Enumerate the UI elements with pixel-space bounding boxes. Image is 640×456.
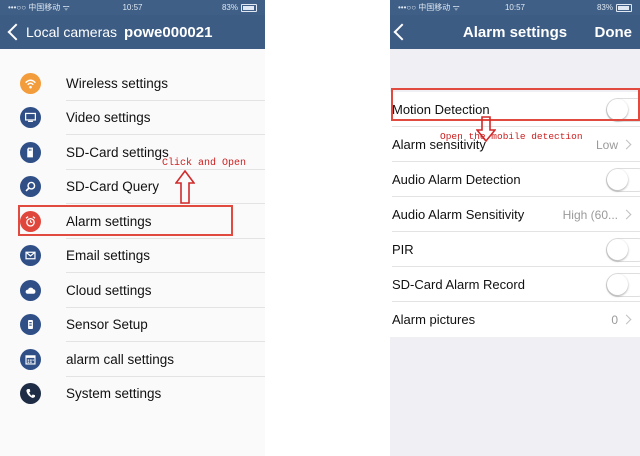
- row-label: SD-Card Alarm Record: [392, 277, 525, 292]
- battery-icon: [616, 3, 632, 12]
- menu-item-label: alarm call settings: [66, 351, 175, 367]
- row-label: Audio Alarm Sensitivity: [392, 207, 525, 222]
- row-label: Audio Alarm Detection: [392, 172, 521, 187]
- menu-item-sensor[interactable]: Sensor Setup: [0, 308, 265, 342]
- menu-item-label: Sensor Setup: [66, 317, 148, 333]
- envelope-icon: [20, 245, 41, 267]
- wifi-icon: [20, 72, 41, 94]
- menu-item-label: SD-Card Query: [66, 179, 160, 195]
- menu-item-label: SD-Card settings: [66, 144, 169, 160]
- menu-item-email[interactable]: Email settings: [0, 239, 265, 273]
- click-and-open-annotation: Click and Open: [162, 158, 247, 169]
- clock: 10:57: [504, 3, 526, 12]
- row-value: Low: [595, 137, 618, 152]
- phone-icon: [20, 383, 41, 405]
- menu-item-alarm-call[interactable]: alarm call settings: [0, 342, 265, 377]
- clock: 10:57: [122, 3, 143, 12]
- audio-alarm-detection-toggle[interactable]: [606, 167, 640, 192]
- menu-item-sd-card-query[interactable]: SD-Card Query: [0, 170, 265, 204]
- status-bar: •••○○ 中国移动 ᯤ 10:57 83%: [0, 0, 265, 15]
- calendar-icon: [20, 348, 41, 370]
- row-value: High (60...: [562, 207, 618, 222]
- menu-item-video[interactable]: Video settings: [0, 101, 265, 135]
- monitor-icon: [20, 107, 41, 129]
- row-value: 0: [611, 312, 618, 327]
- back-button[interactable]: Local cameras: [26, 24, 117, 40]
- menu-item-label: Wireless settings: [66, 75, 169, 91]
- pir-row[interactable]: PIR: [390, 232, 640, 267]
- sd-card-alarm-record-row[interactable]: SD-Card Alarm Record: [390, 267, 640, 302]
- alarm-settings-highlight-box: [18, 205, 233, 236]
- sd-card-icon: [20, 141, 41, 163]
- battery-icon: [241, 3, 257, 12]
- menu-item-system[interactable]: System settings: [0, 377, 265, 412]
- menu-item-label: Cloud settings: [66, 282, 152, 298]
- alarm-settings-list: Motion Detection Alarm sensitivity Low A…: [390, 92, 640, 337]
- sensor-icon: [20, 314, 41, 336]
- up-arrow-annotation: [175, 170, 195, 204]
- row-label: Alarm pictures: [392, 312, 476, 327]
- menu-item-label: Email settings: [66, 248, 151, 264]
- menu-item-wireless[interactable]: Wireless settings: [0, 66, 265, 101]
- back-chevron-icon[interactable]: [7, 23, 25, 41]
- chevron-right-icon: [621, 209, 632, 220]
- nav-bar: Local cameras powe000021: [0, 15, 265, 49]
- menu-item-label: Video settings: [66, 110, 151, 126]
- motion-detection-highlight-box: [391, 88, 640, 121]
- chevron-right-icon: [621, 139, 632, 150]
- row-label: PIR: [392, 242, 414, 257]
- menu-item-label: System settings: [66, 386, 162, 402]
- right-phone-screen: •••○○ 中国移动 ᯤ 10:57 83% Alarm settings Do…: [390, 0, 640, 456]
- magnifier-icon: [20, 176, 41, 198]
- open-motion-detection-annotation: Open the mobile detection: [440, 131, 583, 142]
- audio-alarm-sensitivity-row[interactable]: Audio Alarm Sensitivity High (60...: [390, 197, 640, 232]
- pir-toggle[interactable]: [606, 237, 640, 262]
- settings-menu: Wireless settings Video settings SD-Card…: [0, 66, 265, 411]
- done-button[interactable]: Done: [595, 24, 633, 41]
- chevron-right-icon: [621, 314, 632, 325]
- cloud-icon: [20, 279, 41, 301]
- page-title: powe000021: [124, 23, 213, 41]
- sd-card-alarm-record-toggle[interactable]: [606, 272, 640, 297]
- audio-alarm-detection-row[interactable]: Audio Alarm Detection: [390, 162, 640, 197]
- status-bar: •••○○ 中国移动 ᯤ 10:57 83%: [390, 0, 640, 15]
- nav-bar: Alarm settings Done: [390, 15, 640, 49]
- menu-item-cloud[interactable]: Cloud settings: [0, 273, 265, 308]
- alarm-pictures-row[interactable]: Alarm pictures 0: [390, 302, 640, 337]
